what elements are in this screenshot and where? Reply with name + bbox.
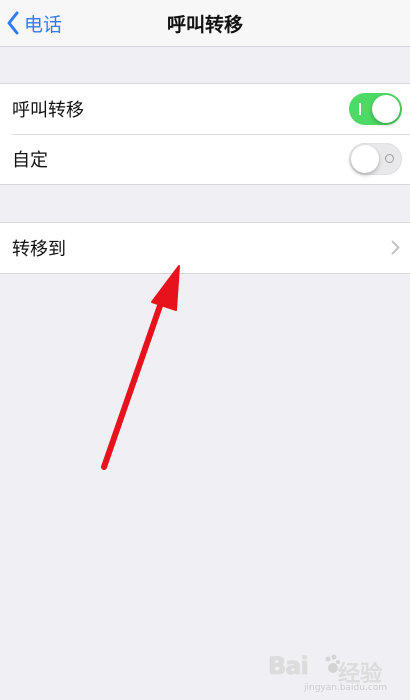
call-forwarding-screen: 电话 呼叫转移 呼叫转移 自定 转移到 Bai 经验 jingyan.baidu…: [0, 0, 410, 700]
baidu-jingyan-watermark: Bai 经验 jingyan.baidu.com: [268, 652, 388, 698]
watermark-url: jingyan.baidu.com: [304, 683, 388, 693]
watermark-brand: Bai: [268, 652, 309, 680]
red-arrow-icon: [101, 265, 180, 470]
